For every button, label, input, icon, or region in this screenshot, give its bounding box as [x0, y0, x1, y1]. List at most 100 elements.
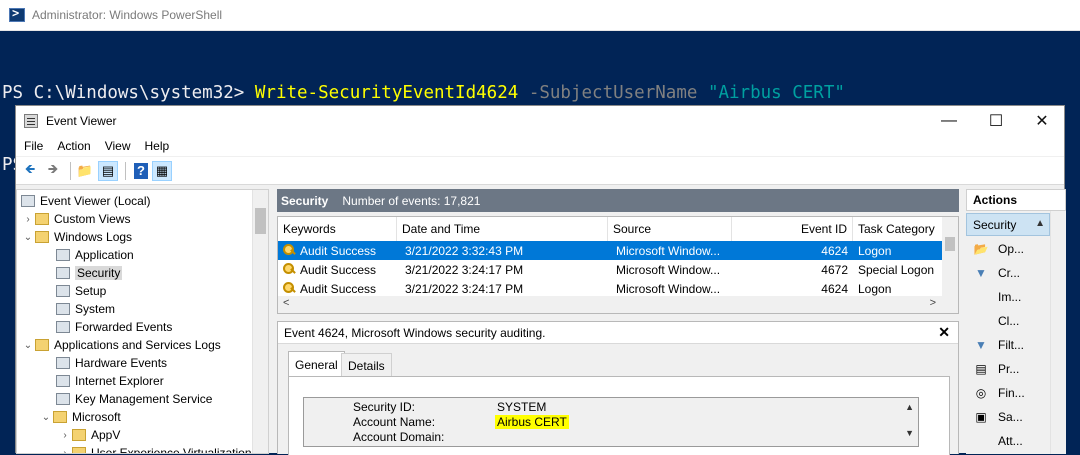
- event-row[interactable]: Audit Success 3/21/2022 3:32:43 PM Micro…: [278, 241, 943, 260]
- action-find[interactable]: ◎ Fin...: [966, 383, 1050, 403]
- actions-section-security[interactable]: Security ▲: [966, 213, 1050, 236]
- chevron-right-icon[interactable]: ›: [21, 214, 35, 225]
- tree-item-hardware-events[interactable]: Hardware Events: [56, 354, 167, 372]
- field-label-account-name: Account Name:: [353, 415, 436, 429]
- tree-item-label: Microsoft: [72, 410, 121, 424]
- log-icon: [56, 303, 70, 315]
- event-keywords: Audit Success: [300, 262, 377, 277]
- action-filter-current-log[interactable]: ▼ Filt...: [966, 335, 1050, 355]
- menu-view[interactable]: View: [98, 139, 138, 153]
- chevron-right-icon[interactable]: ›: [58, 430, 72, 441]
- action-properties[interactable]: ▤ Pr...: [966, 359, 1050, 379]
- tree-item-label: Key Management Service: [75, 392, 213, 406]
- event-row[interactable]: Audit Success 3/21/2022 3:24:17 PM Micro…: [278, 260, 943, 279]
- event-detail-header: Event 4624, Microsoft Windows security a…: [278, 322, 958, 344]
- forward-arrow-icon[interactable]: 🡺: [43, 161, 63, 181]
- close-button[interactable]: ✕: [1019, 106, 1065, 136]
- event-list-scrollbar-thumb[interactable]: [945, 237, 955, 251]
- event-source: Microsoft Window...: [616, 243, 721, 258]
- folder-icon: [53, 411, 67, 423]
- event-list-horizontal-scrollbar[interactable]: < >: [278, 296, 958, 313]
- scroll-up-icon[interactable]: ▲: [905, 402, 914, 412]
- menu-action[interactable]: Action: [50, 139, 97, 153]
- back-arrow-icon[interactable]: 🡸: [20, 161, 40, 181]
- show-hide-tree-icon[interactable]: ▤: [98, 160, 118, 181]
- column-header-task-category[interactable]: Task Category: [853, 217, 943, 241]
- action-import-custom-view[interactable]: Im...: [966, 287, 1050, 307]
- event-list-vertical-scrollbar[interactable]: [942, 217, 958, 297]
- field-value-account-name: Airbus CERT: [495, 415, 569, 429]
- event-description-box[interactable]: Security ID: SYSTEM Account Name: Airbus…: [303, 397, 919, 447]
- tree-scrollbar[interactable]: [252, 190, 268, 453]
- chevron-down-icon[interactable]: ⌄: [21, 232, 35, 243]
- tree-item-forwarded-events[interactable]: Forwarded Events: [56, 318, 172, 336]
- chevron-down-icon[interactable]: ⌄: [21, 340, 35, 351]
- event-detail-title: Event 4624, Microsoft Windows security a…: [284, 325, 546, 340]
- tree-item-key-management-service[interactable]: Key Management Service: [56, 390, 212, 408]
- tree-item-label: Custom Views: [54, 212, 131, 226]
- event-viewer-icon: [21, 195, 35, 207]
- tree-item-label: Forwarded Events: [75, 320, 173, 334]
- up-folder-icon[interactable]: 📁: [75, 161, 95, 181]
- action-open-saved-log[interactable]: 📂 Op...: [966, 239, 1050, 259]
- scroll-left-icon[interactable]: <: [283, 297, 289, 309]
- chevron-right-icon[interactable]: ›: [58, 448, 72, 454]
- scroll-right-icon[interactable]: >: [930, 297, 936, 309]
- tree-item-setup[interactable]: Setup: [56, 282, 106, 300]
- scroll-down-icon[interactable]: ▼: [905, 428, 914, 438]
- column-header-event-id[interactable]: Event ID: [732, 217, 853, 241]
- tree-item-label: Applications and Services Logs: [54, 338, 221, 352]
- column-header-source[interactable]: Source: [608, 217, 732, 241]
- tree-scrollbar-thumb[interactable]: [255, 208, 266, 234]
- tree-item-microsoft[interactable]: ⌄ Microsoft: [39, 408, 121, 426]
- action-create-custom-view[interactable]: ▼ Cr...: [966, 263, 1050, 283]
- log-title: Security: [281, 193, 329, 208]
- help-icon[interactable]: ?: [134, 162, 148, 179]
- tab-general[interactable]: General: [288, 351, 345, 377]
- action-label: Sa...: [998, 410, 1023, 424]
- field-value-security-id: SYSTEM: [497, 400, 547, 414]
- action-clear-log[interactable]: Cl...: [966, 311, 1050, 331]
- key-icon: [283, 244, 295, 256]
- maximize-button[interactable]: ☐: [973, 106, 1019, 136]
- blank-icon: [973, 313, 989, 329]
- tree-item-windows-logs[interactable]: ⌄ Windows Logs: [21, 228, 132, 246]
- action-save-all-events[interactable]: ▣ Sa...: [966, 407, 1050, 427]
- tree-item-appv[interactable]: › AppV: [58, 426, 120, 444]
- tree-item-label: Event Viewer (Local): [40, 194, 151, 208]
- tab-details[interactable]: Details: [341, 353, 392, 377]
- tree-item-applications-and-services-logs[interactable]: ⌄ Applications and Services Logs: [21, 336, 221, 354]
- column-header-date-and-time[interactable]: Date and Time: [397, 217, 608, 241]
- tree-item-system[interactable]: System: [56, 300, 115, 318]
- collapse-arrow-icon[interactable]: ▲: [1035, 218, 1045, 229]
- chevron-down-icon[interactable]: ⌄: [39, 412, 53, 423]
- tree-item-application[interactable]: Application: [56, 246, 134, 264]
- tree-item-label: Windows Logs: [54, 230, 133, 244]
- event-list[interactable]: Keywords Date and Time Source Event ID T…: [277, 216, 959, 314]
- tree-item-security[interactable]: Security: [56, 264, 123, 282]
- close-icon[interactable]: ✕: [938, 324, 950, 341]
- menu-file[interactable]: File: [16, 139, 50, 153]
- tree-item-internet-explorer[interactable]: Internet Explorer: [56, 372, 164, 390]
- column-header-keywords[interactable]: Keywords: [278, 217, 397, 241]
- field-label-security-id: Security ID:: [353, 400, 416, 414]
- action-label: Att...: [998, 434, 1023, 448]
- console-parameter: -SubjectUserName: [528, 83, 698, 103]
- menubar: File Action View Help: [16, 136, 1064, 156]
- tree-pane[interactable]: Event Viewer (Local) › Custom Views ⌄ Wi…: [16, 189, 269, 454]
- action-attach-task[interactable]: Att...: [966, 431, 1050, 451]
- console-prompt: PS C:\Windows\system32>: [2, 83, 245, 103]
- tree-item-event-viewer-local[interactable]: Event Viewer (Local): [21, 192, 151, 210]
- tree-item-label: Hardware Events: [75, 356, 168, 370]
- action-pane-icon[interactable]: ▦: [152, 160, 172, 181]
- actions-scrollbar[interactable]: [1050, 211, 1066, 454]
- menu-help[interactable]: Help: [138, 139, 177, 153]
- minimize-button[interactable]: —: [926, 106, 972, 136]
- key-icon: [283, 282, 295, 294]
- console-argument: "Airbus CERT": [707, 83, 845, 103]
- tree-item-custom-views[interactable]: › Custom Views: [21, 210, 130, 228]
- action-label: Fin...: [998, 386, 1025, 400]
- event-source: Microsoft Window...: [616, 262, 721, 277]
- toolbar: 🡸 🡺 📁 ▤ ? ▦: [16, 157, 1064, 185]
- event-viewer-title: Event Viewer: [46, 114, 117, 128]
